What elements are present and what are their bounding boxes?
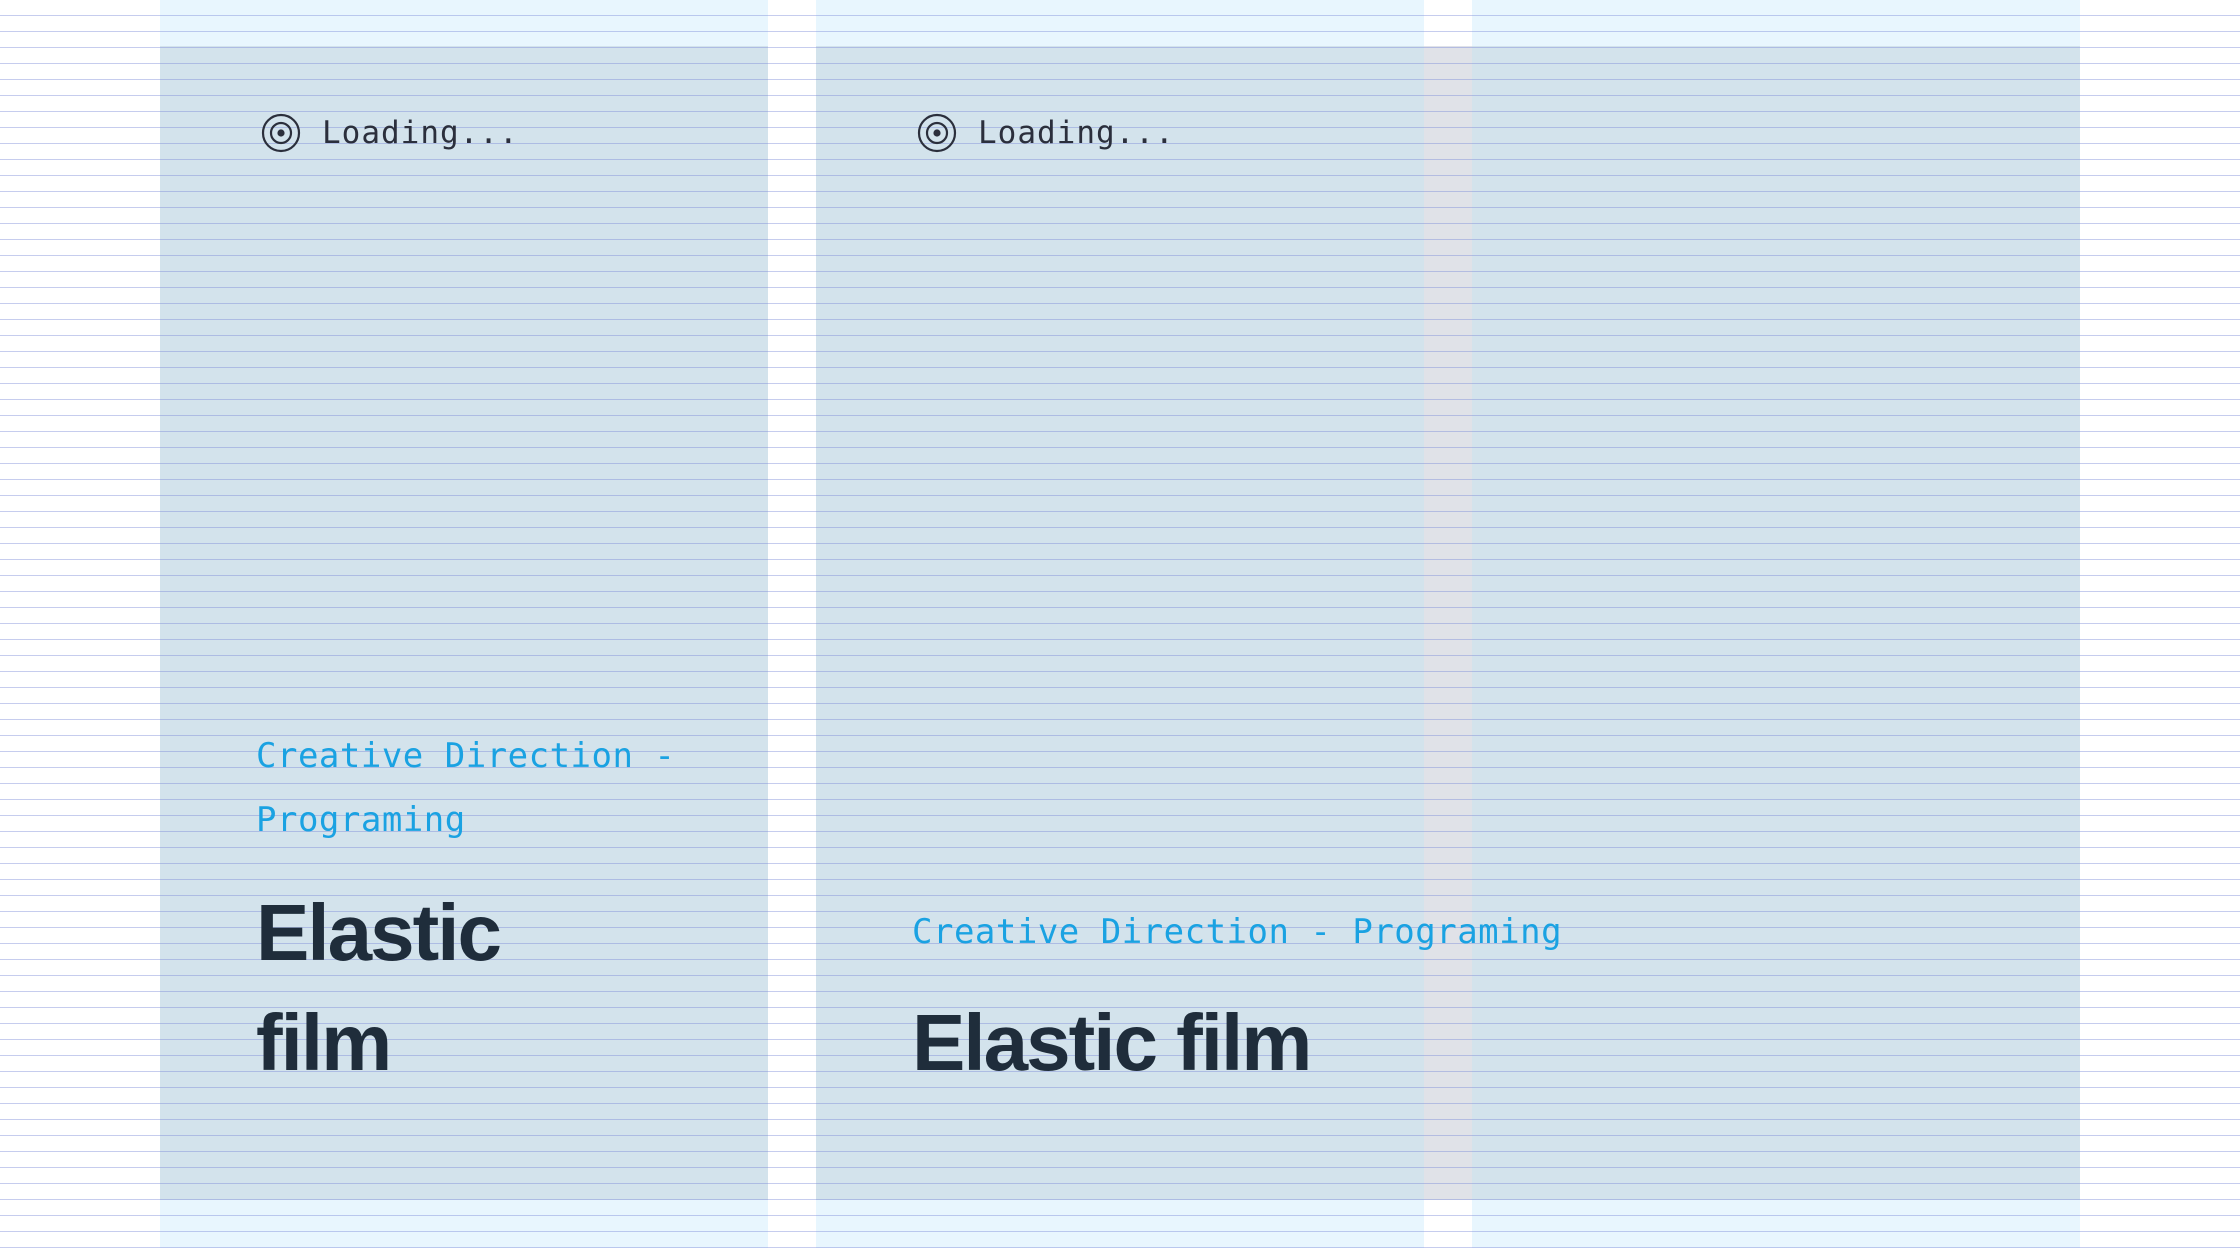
loading-indicator: Loading... bbox=[260, 112, 519, 154]
project-title[interactable]: Elastic film bbox=[912, 988, 1312, 1098]
project-category: Creative Direction - Programing bbox=[256, 736, 676, 840]
loading-text: Loading... bbox=[978, 115, 1175, 151]
loading-target-icon bbox=[916, 112, 958, 154]
grid-gutter bbox=[1424, 46, 1472, 1200]
project-category: Creative Direction - Programing bbox=[912, 912, 1563, 952]
loading-indicator: Loading... bbox=[916, 112, 1175, 154]
loading-target-icon bbox=[260, 112, 302, 154]
project-title[interactable]: Elastic film bbox=[256, 878, 556, 1098]
loading-text: Loading... bbox=[322, 115, 519, 151]
